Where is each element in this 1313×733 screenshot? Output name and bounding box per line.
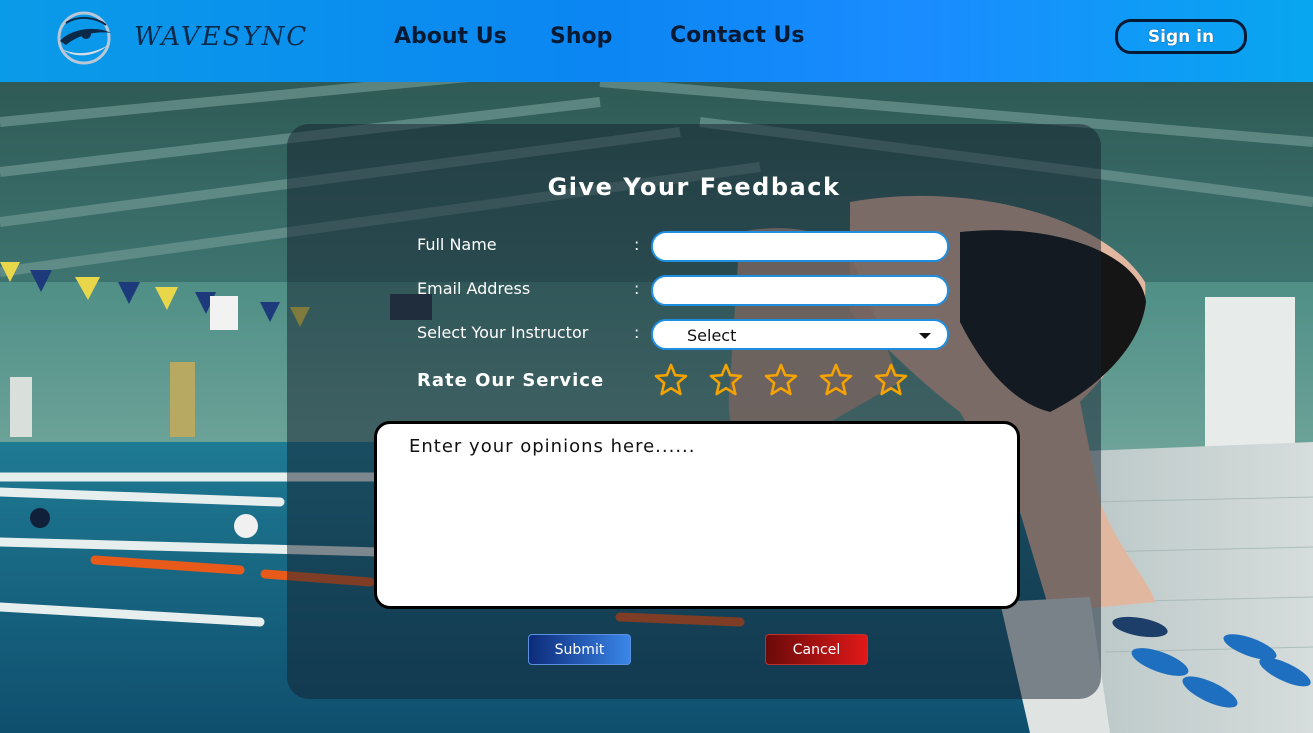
eye-wave-logo-icon[interactable] [56,11,114,65]
nav-about-us[interactable]: About Us [394,24,507,49]
instructor-colon: : [634,323,640,342]
rating-star-3-icon[interactable] [764,363,798,397]
full-name-colon: : [634,235,640,254]
email-colon: : [634,279,640,298]
rate-service-label: Rate Our Service [417,370,605,391]
rating-star-5-icon[interactable] [874,363,908,397]
full-name-label: Full Name [417,235,497,254]
submit-button[interactable]: Submit [528,634,631,665]
full-name-input[interactable] [651,231,949,262]
brand-name: WAVESYNC [134,22,309,52]
cancel-button[interactable]: Cancel [765,634,868,665]
caret-down-icon [919,333,931,339]
feedback-title: Give Your Feedback [547,173,841,201]
nav-shop[interactable]: Shop [550,24,612,49]
opinions-textarea[interactable] [374,421,1020,609]
instructor-select[interactable]: Select [651,319,949,350]
rating-star-2-icon[interactable] [709,363,743,397]
instructor-select-value: Select [687,326,737,345]
rating-star-4-icon[interactable] [819,363,853,397]
instructor-label: Select Your Instructor [417,323,589,342]
feedback-page: WAVESYNC About Us Shop Contact Us Sign i… [0,0,1313,733]
top-navbar: WAVESYNC About Us Shop Contact Us Sign i… [0,0,1313,82]
email-input[interactable] [651,275,949,306]
nav-contact-us[interactable]: Contact Us [670,23,804,48]
feedback-panel [287,124,1101,699]
email-label: Email Address [417,279,531,298]
sign-in-button[interactable]: Sign in [1115,19,1247,54]
rating-star-1-icon[interactable] [654,363,688,397]
